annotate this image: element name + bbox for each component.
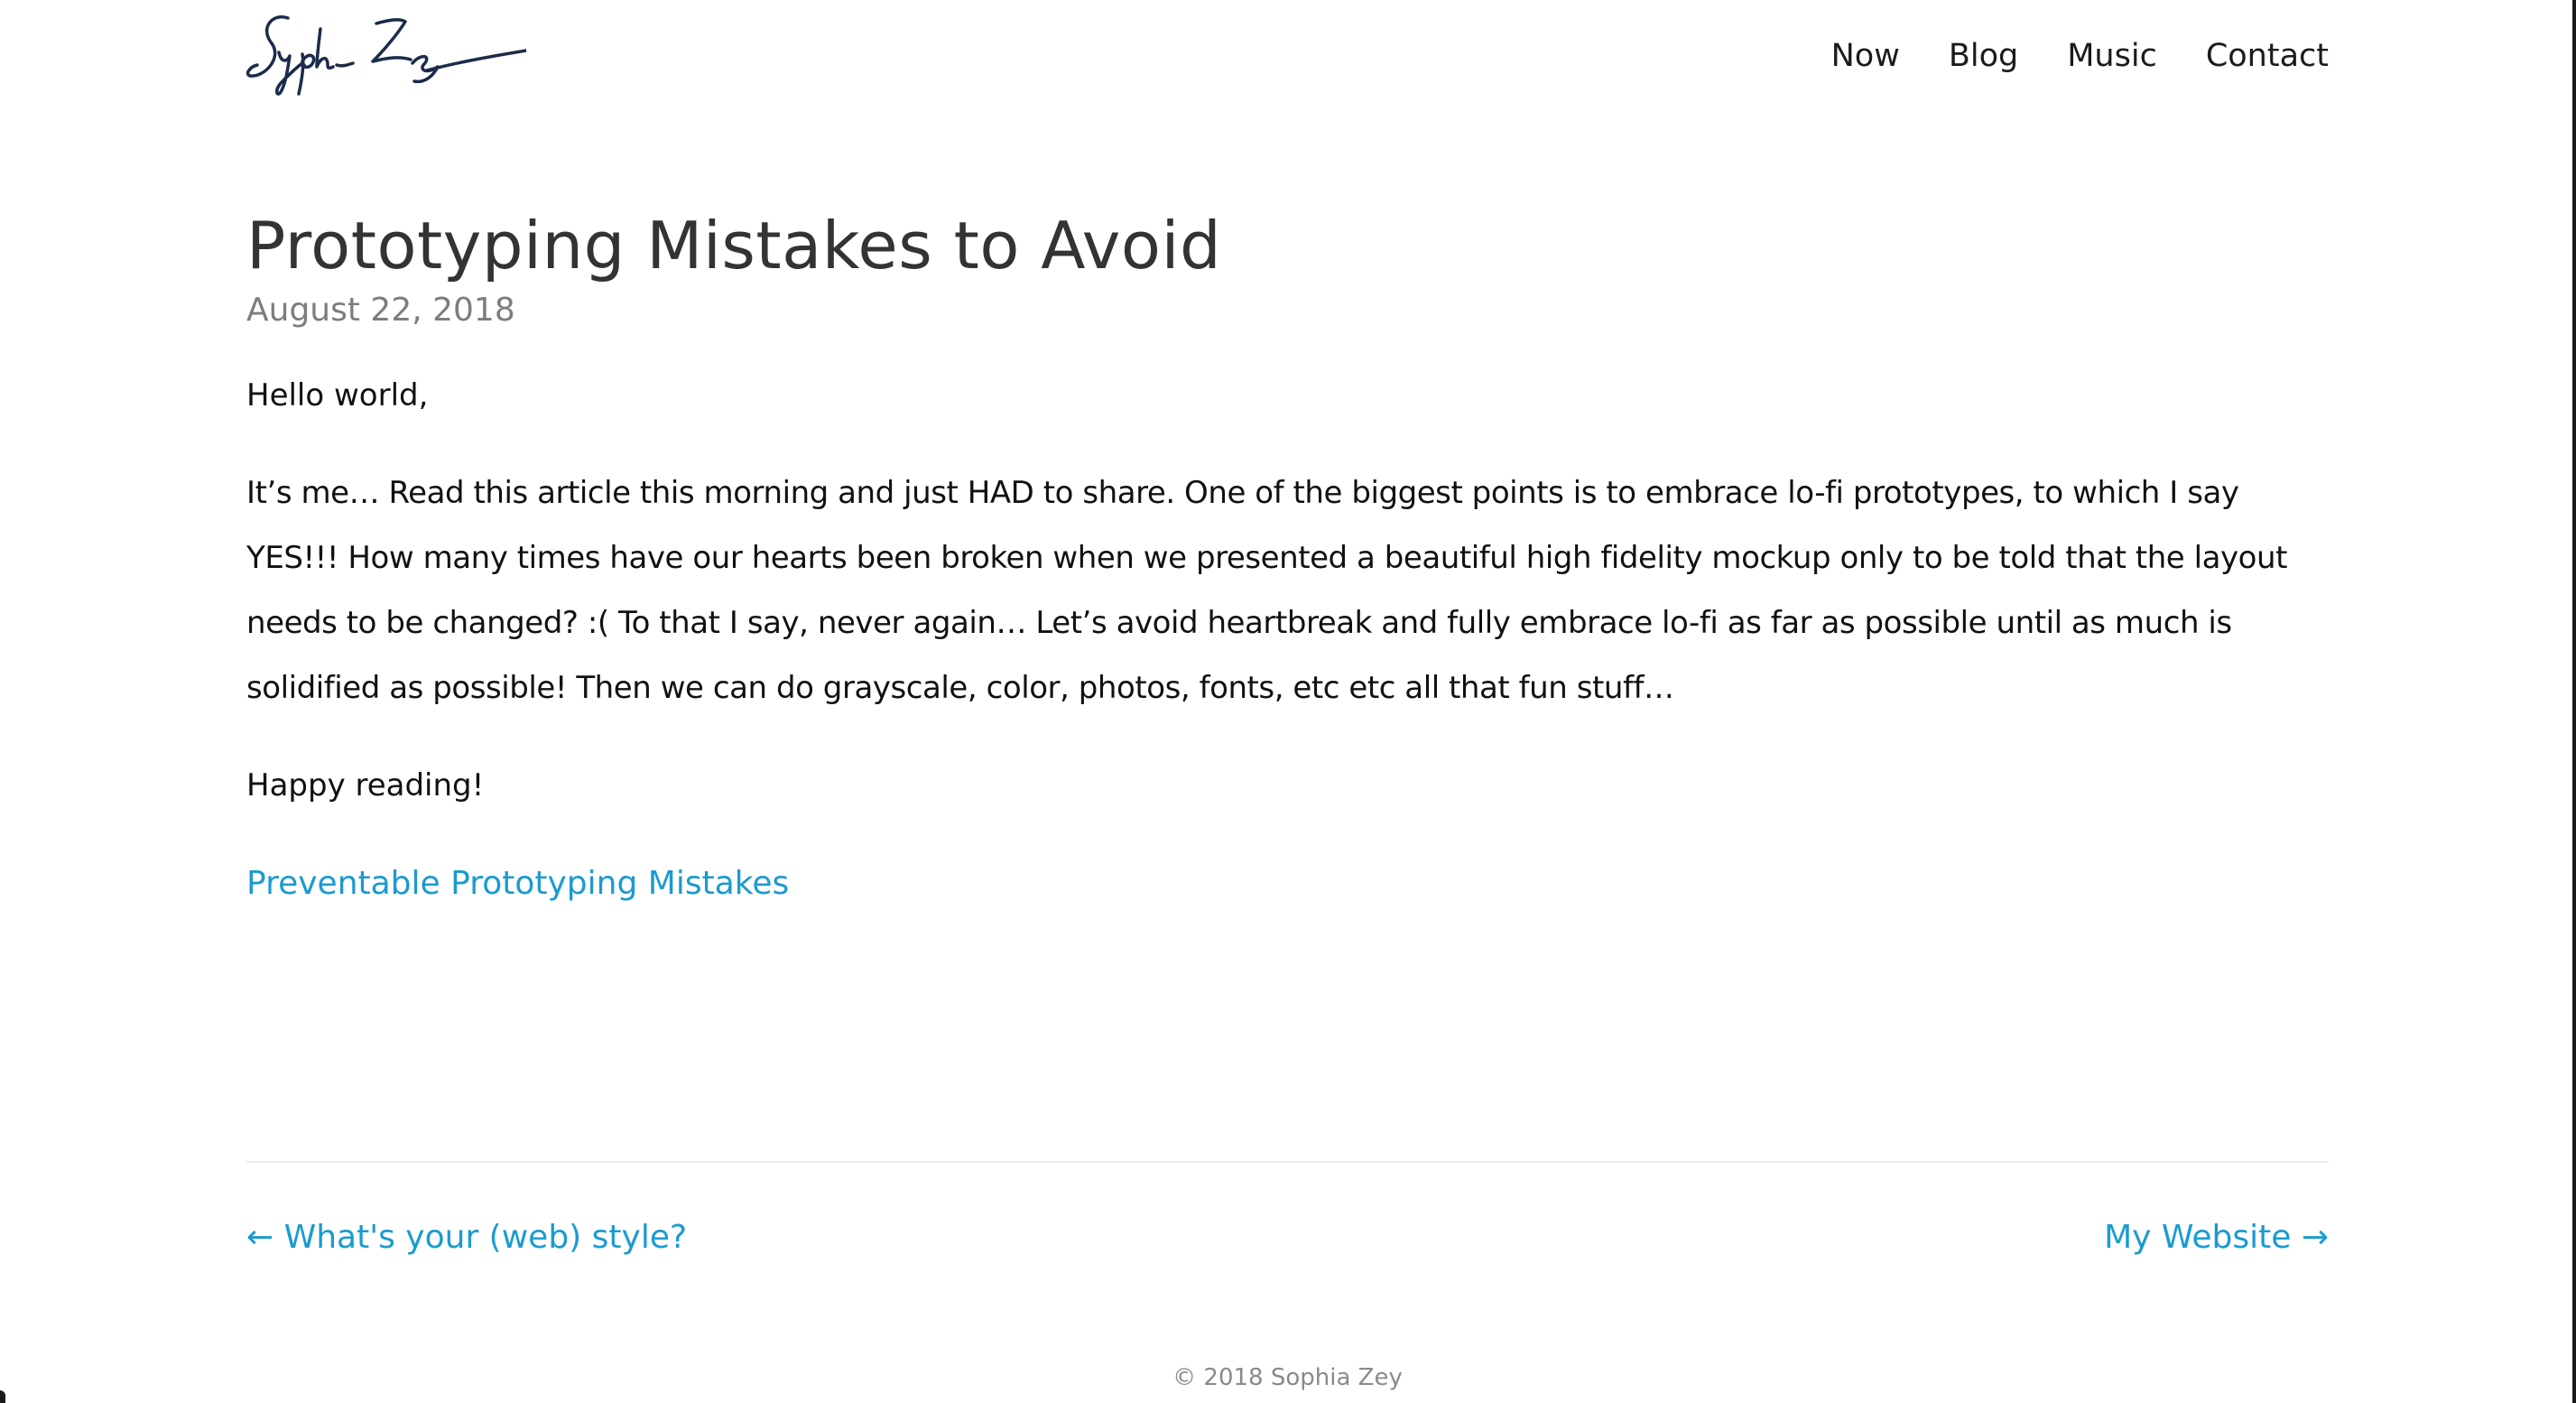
next-post-link[interactable]: My Website → bbox=[2104, 1210, 2329, 1266]
post-paragraph-body: It’s me… Read this article this morning … bbox=[246, 475, 2288, 706]
post-paragraph-greeting: Hello world, bbox=[246, 377, 429, 413]
nav-link-now[interactable]: Now bbox=[1831, 31, 1900, 81]
post-paragraph-signoff: Happy reading! bbox=[246, 767, 485, 804]
pager-divider bbox=[246, 1161, 2329, 1163]
main-nav: Now Blog Music Contact bbox=[1783, 31, 2329, 81]
copyright-text: © 2018 Sophia Zey bbox=[1172, 1364, 1403, 1391]
signature-logo-image bbox=[246, 15, 528, 96]
window-corner bbox=[0, 1390, 5, 1403]
nav-link-contact[interactable]: Contact bbox=[2206, 31, 2329, 81]
previous-post-link[interactable]: ← What's your (web) style? bbox=[246, 1210, 687, 1266]
nav-link-music[interactable]: Music bbox=[2067, 31, 2157, 81]
window-edge bbox=[2572, 0, 2576, 1403]
site-footer: © 2018 Sophia Zey bbox=[246, 1361, 2329, 1394]
post-title: Prototyping Mistakes to Avoid bbox=[246, 208, 1222, 283]
site-header: Now Blog Music Contact bbox=[246, 0, 2329, 108]
signature-logo[interactable] bbox=[246, 11, 528, 101]
post-date: August 22, 2018 bbox=[246, 292, 515, 329]
article-link[interactable]: Preventable Prototyping Mistakes bbox=[246, 852, 789, 915]
nav-link-blog[interactable]: Blog bbox=[1949, 31, 2018, 81]
